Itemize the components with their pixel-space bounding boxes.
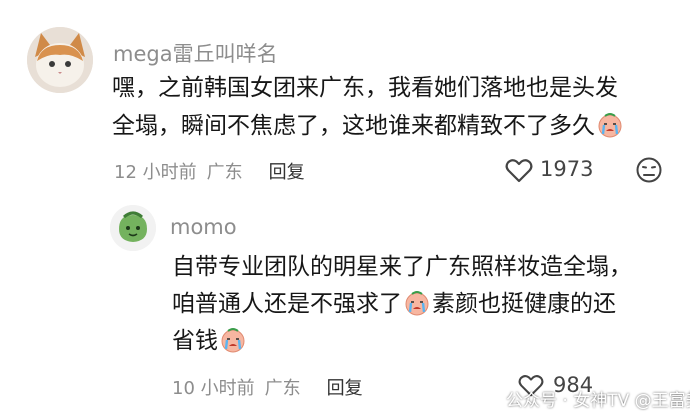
crying-emoji-icon [597,112,623,138]
comment-text-line: 自带专业团队的明星来了广东照样妆造全塌， [172,254,632,280]
reply-button[interactable]: 回复 [327,378,363,399]
dislike-button[interactable] [635,156,663,184]
comment-location: 广东 [264,378,301,399]
crying-emoji-icon [220,327,246,353]
comment-meta: 10 小时前 广东 回复 [172,374,363,400]
comment-text-line: 咱普通人还是不强求了 素颜也挺健康的还 [172,290,616,317]
comment-time: 10 小时前 [172,378,255,399]
like-count: 1973 [540,157,594,181]
watermark: 公众号 · 女神TV @王富美娘 [506,391,690,411]
avatar[interactable] [27,27,93,93]
comment-time: 12 小时前 [114,162,197,183]
comment-username[interactable]: mega雷丘叫咩名 [113,38,278,68]
comment-username[interactable]: momo [170,215,237,239]
reply-button[interactable]: 回复 [269,162,305,183]
heart-outline-icon [505,159,533,183]
comment-text-line: 嘿，之前韩国女团来广东，我看她们落地也是头发 [112,75,618,101]
comment-location: 广东 [206,162,243,183]
unhappy-face-icon [636,157,662,183]
avatar[interactable] [110,205,156,251]
comment-meta: 12 小时前 广东 回复 [114,158,305,184]
crying-emoji-icon [404,290,430,316]
comment-text-line: 全塌，瞬间不焦虑了，这地谁来都精致不了多久 [112,108,625,145]
comment-text-line: 省钱 [172,323,248,360]
like-button[interactable] [505,158,533,184]
